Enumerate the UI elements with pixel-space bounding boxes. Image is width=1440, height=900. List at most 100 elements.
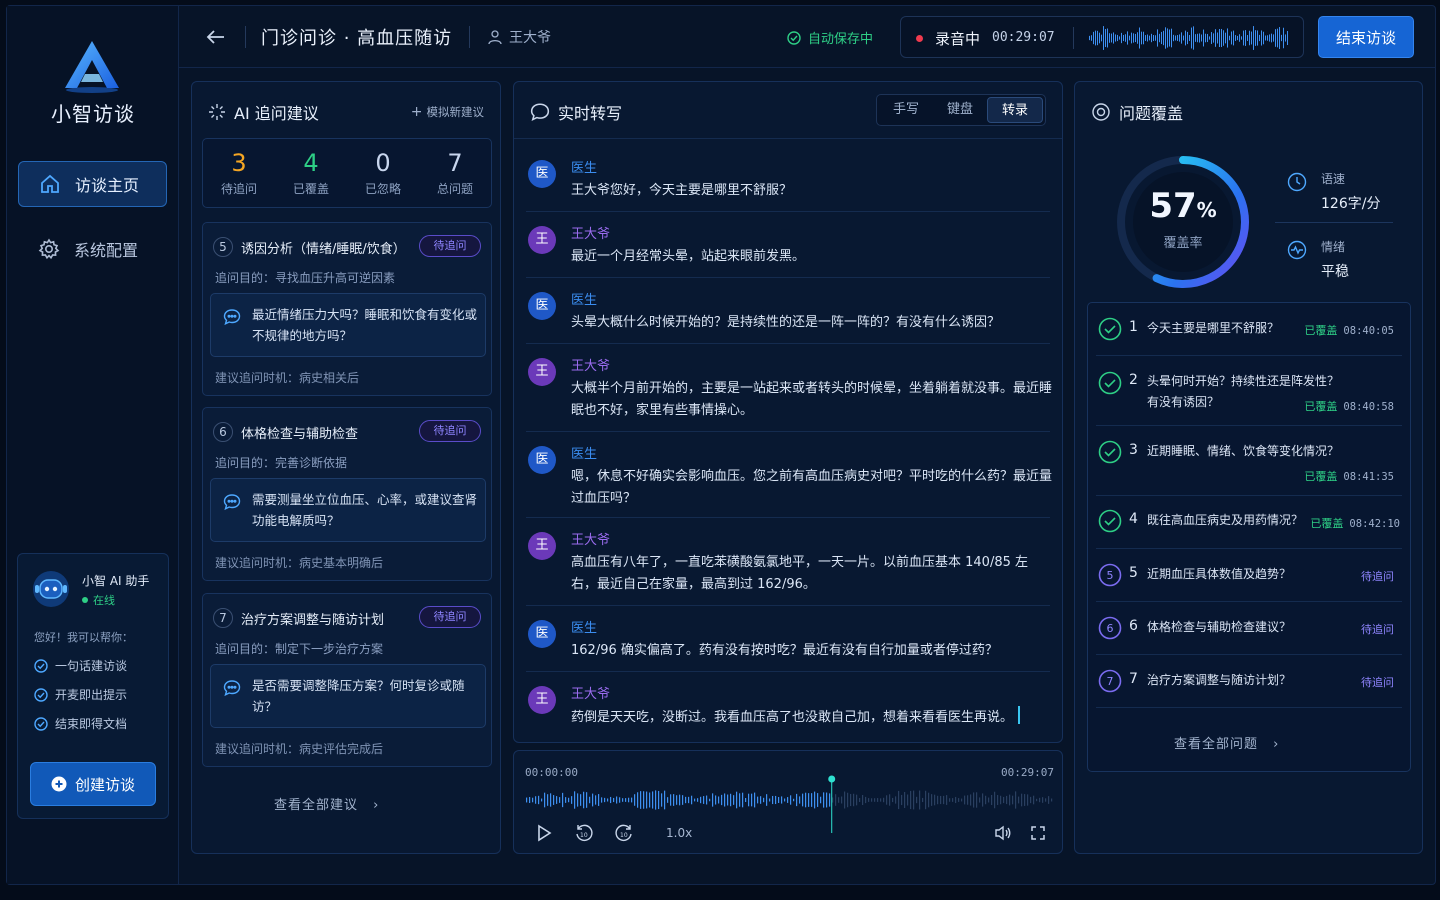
waveform-bar bbox=[589, 796, 591, 804]
coverage-item[interactable]: 2 头晕何时开始？持续性还是阵发性？有没有诱因？ 已覆盖 08:40:58 bbox=[1096, 356, 1402, 426]
waveform-bar bbox=[1015, 791, 1017, 809]
check-circle-icon bbox=[34, 716, 48, 731]
nav-item-home[interactable]: 访谈主页 bbox=[18, 161, 167, 207]
stats-summary: 3 待追问 4 已覆盖 0 已忽略 7 总问题 bbox=[202, 138, 492, 208]
check-circle-icon bbox=[34, 687, 48, 702]
divider bbox=[1073, 27, 1074, 49]
recording-waveform bbox=[1089, 26, 1288, 50]
divider bbox=[469, 26, 470, 48]
chat-bubble-icon bbox=[223, 680, 241, 697]
waveform-bar bbox=[610, 796, 612, 804]
suggestion-timing: 建议追问时机：病史相关后 bbox=[215, 371, 360, 385]
waveform-bar bbox=[877, 798, 879, 802]
rewind-10-icon[interactable]: 10 bbox=[574, 823, 594, 843]
speaker-name: 医生 bbox=[571, 293, 598, 308]
waveform-bar bbox=[1269, 34, 1270, 42]
tab-transcribe[interactable]: 转录 bbox=[987, 97, 1043, 123]
waveform-bar bbox=[970, 794, 972, 806]
suggestion-purpose: 追问目的：制定下一步治疗方案 bbox=[215, 642, 384, 656]
sparkle-icon bbox=[209, 104, 225, 120]
waveform-bar bbox=[1217, 32, 1218, 44]
forward-10-icon[interactable]: 10 bbox=[614, 823, 634, 843]
chat-bubble-icon bbox=[530, 103, 550, 122]
tab-keyboard[interactable]: 键盘 bbox=[933, 97, 987, 123]
panel-title: AI 追问建议 bbox=[234, 104, 319, 123]
waveform-bar bbox=[1003, 796, 1005, 804]
assistant-greeting: 您好！我可以帮你： bbox=[34, 631, 133, 644]
coverage-item[interactable]: 7 7 治疗方案调整与随访计划？ 待追问 bbox=[1096, 655, 1402, 708]
coverage-item[interactable]: 1 今天主要是哪里不舒服？ 已覆盖 08:40:05 bbox=[1096, 303, 1402, 356]
waveform-bar bbox=[1271, 33, 1272, 43]
create-interview-button[interactable]: 创建访谈 bbox=[30, 762, 156, 806]
check-circle-icon bbox=[1098, 371, 1122, 395]
waveform-bar bbox=[982, 793, 984, 807]
waveform-bar bbox=[577, 793, 579, 807]
status-time: 08:40:05 bbox=[1343, 325, 1394, 337]
waveform-bar bbox=[1155, 35, 1156, 41]
waveform-bar bbox=[646, 791, 648, 809]
view-all-questions-link[interactable]: 查看全部问题 › bbox=[1174, 733, 1279, 752]
waveform-bar bbox=[544, 792, 546, 808]
feature-label: 一句话建访谈 bbox=[55, 659, 128, 673]
coverage-item[interactable]: 5 5 近期血压具体数值及趋势？ 待追问 bbox=[1096, 549, 1402, 602]
coverage-item[interactable]: 6 6 体格检查与辅助检查建议？ 待追问 bbox=[1096, 602, 1402, 655]
playhead-handle[interactable] bbox=[828, 775, 836, 783]
volume-icon[interactable] bbox=[994, 825, 1012, 841]
waveform-bar bbox=[1051, 798, 1053, 802]
waveform-bar bbox=[1277, 28, 1278, 48]
waveform-bar bbox=[1137, 32, 1138, 44]
waveform-bar bbox=[1097, 30, 1098, 46]
waveform-bar bbox=[1237, 35, 1238, 41]
assistant-feature: 一句话建访谈 bbox=[34, 657, 127, 674]
waveform-bar bbox=[886, 795, 888, 805]
status-badge: 已覆盖 08:40:05 bbox=[1304, 322, 1394, 338]
waveform-bar bbox=[622, 798, 624, 802]
suggestion-card[interactable]: 5 诱因分析（情绪/睡眠/饮食） 待追问 追问目的：寻找血压升高可逆因素 最近情… bbox=[202, 222, 492, 396]
metric-value: 126字/分 bbox=[1321, 196, 1381, 212]
waveform-bar bbox=[1018, 796, 1020, 804]
panel-title: 问题覆盖 bbox=[1119, 104, 1184, 123]
back-arrow-icon[interactable] bbox=[205, 26, 227, 48]
message-text: 王大爷您好，今天主要是哪里不舒服？ bbox=[571, 183, 793, 198]
simulate-suggestion-button[interactable]: + 模拟新建议 bbox=[411, 104, 484, 120]
end-interview-button[interactable]: 结束访谈 bbox=[1318, 16, 1414, 58]
waveform-bar bbox=[1127, 31, 1128, 45]
waveform-bar bbox=[1273, 34, 1274, 42]
autosave-status: 自动保存中 bbox=[787, 28, 873, 47]
suggestion-card[interactable]: 7 治疗方案调整与随访计划 待追问 追问目的：制定下一步治疗方案 是否需要调整降… bbox=[202, 593, 492, 767]
waveform-bar bbox=[1195, 34, 1196, 42]
question-coverage-list: 1 今天主要是哪里不舒服？ 已覆盖 08:40:05 2 头晕何时开始？持续性还是… bbox=[1087, 302, 1411, 772]
suggestion-card[interactable]: 6 体格检查与辅助检查 待追问 追问目的：完善诊断依据 需要测量坐立位血压、心率… bbox=[202, 407, 492, 581]
play-icon[interactable] bbox=[536, 824, 552, 842]
speech-rate-metric: 语速 126字/分 bbox=[1287, 170, 1380, 213]
svg-text:6: 6 bbox=[1107, 622, 1114, 635]
waveform-bar bbox=[817, 793, 819, 807]
status-badge: 待追问 bbox=[419, 420, 481, 442]
waveform-bar bbox=[901, 794, 903, 806]
waveform-bar bbox=[541, 798, 543, 802]
coverage-item[interactable]: 4 既往高血压病史及用药情况？ 已覆盖 08:42:10 bbox=[1096, 496, 1402, 549]
waveform-bar bbox=[721, 794, 723, 806]
tab-handwrite[interactable]: 手写 bbox=[879, 97, 933, 123]
waveform-bar bbox=[1247, 35, 1248, 41]
waveform-bar bbox=[904, 791, 906, 809]
view-all-suggestions-link[interactable]: 查看全部建议 › bbox=[274, 794, 379, 813]
waveform-bar bbox=[826, 792, 828, 808]
waveform-bar bbox=[919, 790, 921, 810]
suggested-question[interactable]: 需要测量坐立位血压、心率，或建议查肾功能电解质吗？ bbox=[210, 478, 486, 542]
nav-item-settings[interactable]: 系统配置 bbox=[18, 226, 167, 272]
waveform-bar bbox=[988, 797, 990, 803]
fullscreen-icon[interactable] bbox=[1031, 826, 1045, 840]
suggested-question[interactable]: 最近情绪压力大吗？睡眠和饮食有变化或不规律的地方吗？ bbox=[210, 293, 486, 357]
plus-circle-icon bbox=[51, 776, 67, 792]
playback-speed[interactable]: 1.0x bbox=[666, 826, 692, 840]
waveform-bar bbox=[1215, 29, 1216, 47]
waveform-bar bbox=[946, 795, 948, 805]
audio-timeline-waveform[interactable] bbox=[522, 773, 1056, 833]
svg-text:10: 10 bbox=[620, 832, 628, 839]
waveform-bar bbox=[595, 795, 597, 805]
waveform-bar bbox=[670, 794, 672, 806]
suggested-question[interactable]: 是否需要调整降压方案？何时复诊或随访？ bbox=[210, 664, 486, 728]
coverage-item[interactable]: 3 近期睡眠、情绪、饮食等变化情况？ 已覆盖 08:41:35 bbox=[1096, 426, 1402, 496]
waveform-bar bbox=[811, 793, 813, 807]
